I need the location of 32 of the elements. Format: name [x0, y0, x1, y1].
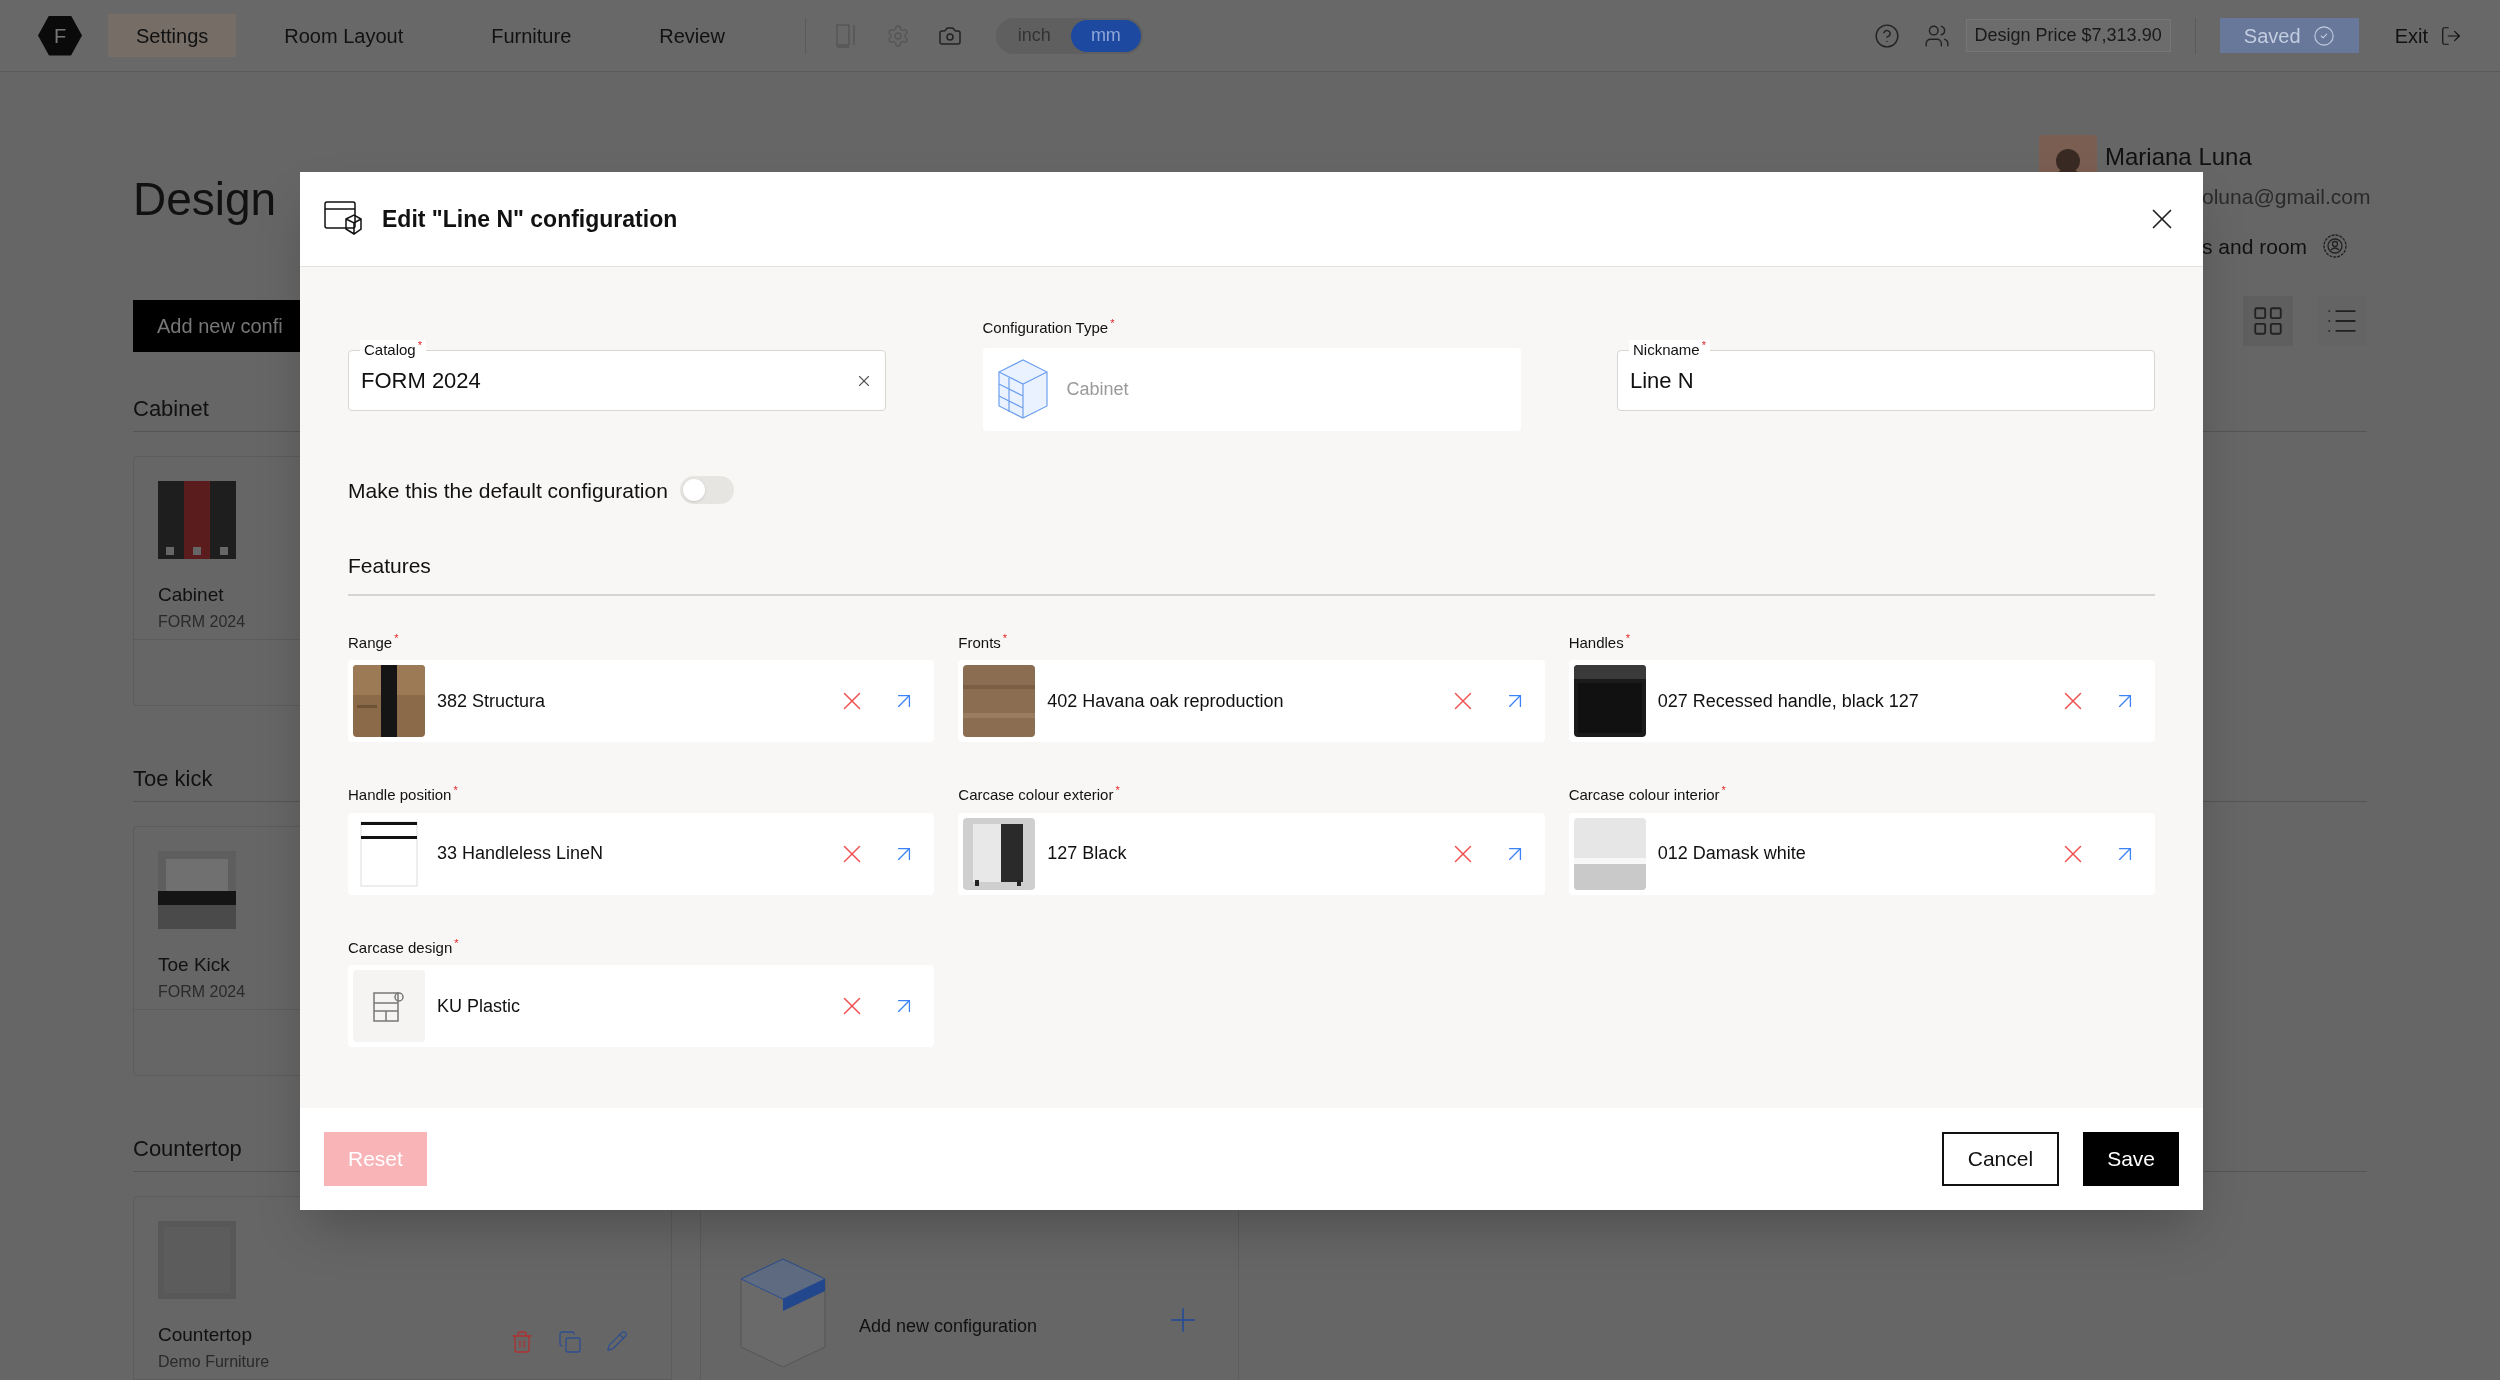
toggle-label: Make this the default configuration: [348, 477, 668, 504]
feature-value: 382 Structura: [437, 689, 547, 713]
field-label: Handle position$^{*}$: [348, 783, 459, 805]
configuration-type-field: Cabinet: [982, 347, 1521, 431]
field-label: Handles$^{*}$: [1568, 630, 1631, 653]
section-heading: Toe kick: [133, 766, 213, 791]
card-catalog: Demo Furniture: [158, 1351, 270, 1372]
feature-value: 027 Recessed handle, black 127: [1657, 689, 1920, 713]
user-email: oluna@gmail.com: [2202, 184, 2367, 210]
feature-value: 33 Handleless LineN: [437, 842, 605, 865]
card-catalog: FORM 2024: [158, 981, 246, 1002]
dialog-title: Edit "Line N" configuration: [382, 204, 679, 234]
field-label: Fronts$^{*}$: [958, 630, 1009, 653]
field-label: Carcase colour interior$^{*}$: [1568, 783, 1727, 805]
card-title: Countertop: [158, 1323, 252, 1347]
card-title: Cabinet: [158, 583, 224, 607]
field-label: Range$^{*}$: [348, 630, 400, 653]
add-config-label: Add new configuration: [859, 1315, 1039, 1338]
section-heading: Cabinet: [133, 396, 209, 421]
features-heading: Features: [348, 554, 431, 577]
feature-value: 012 Damask white: [1657, 842, 1807, 865]
field-label: Configuration Type$^{*}$: [982, 316, 1116, 338]
card-catalog: FORM 2024: [158, 611, 246, 632]
field-label: Carcase design$^{*}$: [348, 935, 460, 958]
section-heading: Countertop: [133, 1136, 242, 1161]
feature-value: KU Plastic: [437, 994, 522, 1018]
feature-value: 402 Havana oak reproduction: [1047, 689, 1285, 713]
card-title: Toe Kick: [158, 953, 230, 977]
design-price: Design Price $7,313.90: [1965, 19, 2171, 52]
field-label: Carcase colour exterior$^{*}$: [958, 783, 1121, 805]
user-name: Mariana Luna: [2105, 142, 2252, 172]
feature-value: 127 Black: [1047, 842, 1128, 865]
